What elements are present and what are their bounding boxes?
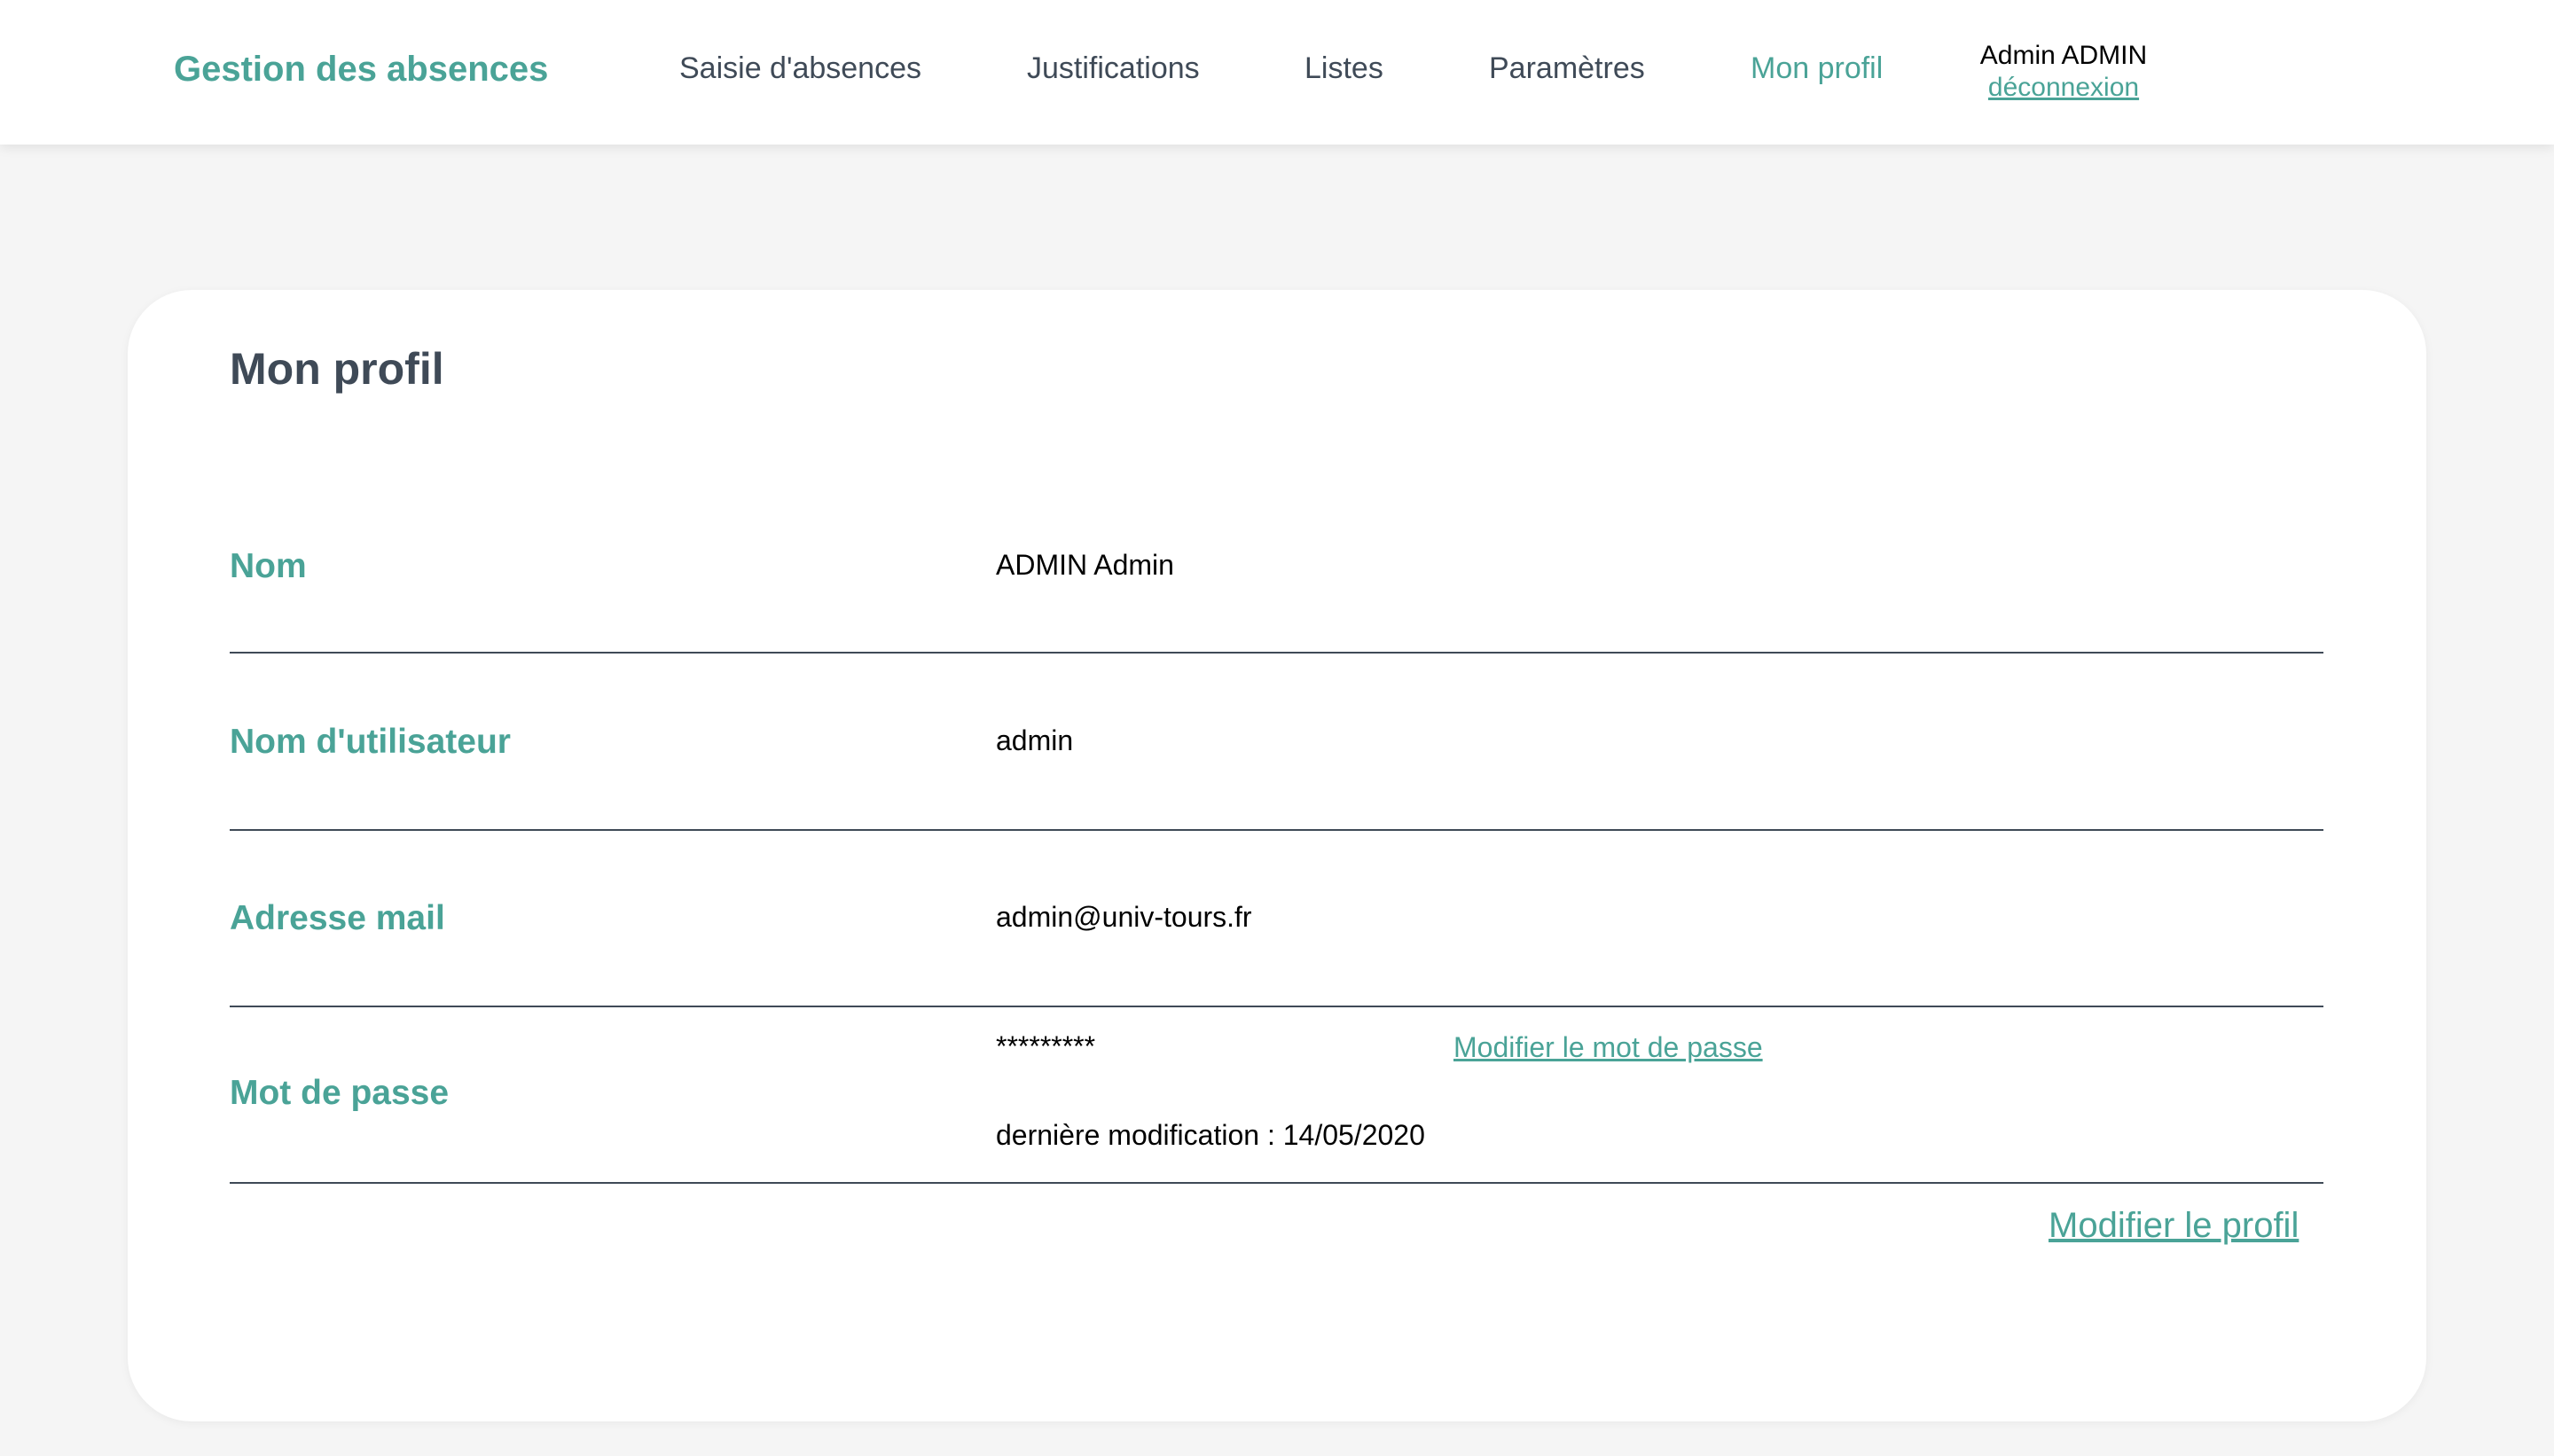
nom-label: Nom <box>230 547 307 585</box>
email-value: admin@univ-tours.fr <box>996 901 1252 933</box>
nav-item-parametres[interactable]: Paramètres <box>1489 51 1645 86</box>
password-masked-value: ********* <box>996 1030 1096 1062</box>
nav-item-listes[interactable]: Listes <box>1304 51 1383 86</box>
logout-link[interactable]: déconnexion <box>1979 73 2148 103</box>
nav-item-justifications[interactable]: Justifications <box>1027 51 1200 86</box>
current-user-name: Admin ADMIN <box>1979 41 2148 70</box>
nom-value: ADMIN Admin <box>996 549 1174 581</box>
username-value: admin <box>996 724 1074 756</box>
nav-item-saisie-absences[interactable]: Saisie d'absences <box>679 51 921 86</box>
profile-row-email: Adresse mail admin@univ-tours.fr <box>230 831 2323 1007</box>
nav-item-mon-profil[interactable]: Mon profil <box>1751 51 1883 86</box>
profile-row-nom-line: Nom ADMIN Admin <box>230 476 2323 654</box>
app-brand[interactable]: Gestion des absences <box>174 50 548 90</box>
profile-row-username: Nom d'utilisateur admin <box>230 654 2323 831</box>
top-navbar: Gestion des absences Saisie d'absences J… <box>0 0 2554 145</box>
user-menu: Admin ADMIN déconnexion <box>1979 41 2148 103</box>
password-last-modified: dernière modification : 14/05/2020 <box>996 1119 1425 1151</box>
edit-profile-link[interactable]: Modifier le profil <box>2049 1206 2299 1246</box>
password-label: Mot de passe <box>230 1074 450 1112</box>
page-title: Mon profil <box>230 344 444 394</box>
profile-row-password: Mot de passe ********* Modifier le mot d… <box>230 1007 2323 1184</box>
change-password-link[interactable]: Modifier le mot de passe <box>1453 1031 1763 1064</box>
email-label: Adresse mail <box>230 899 445 937</box>
username-label: Nom d'utilisateur <box>230 723 511 761</box>
